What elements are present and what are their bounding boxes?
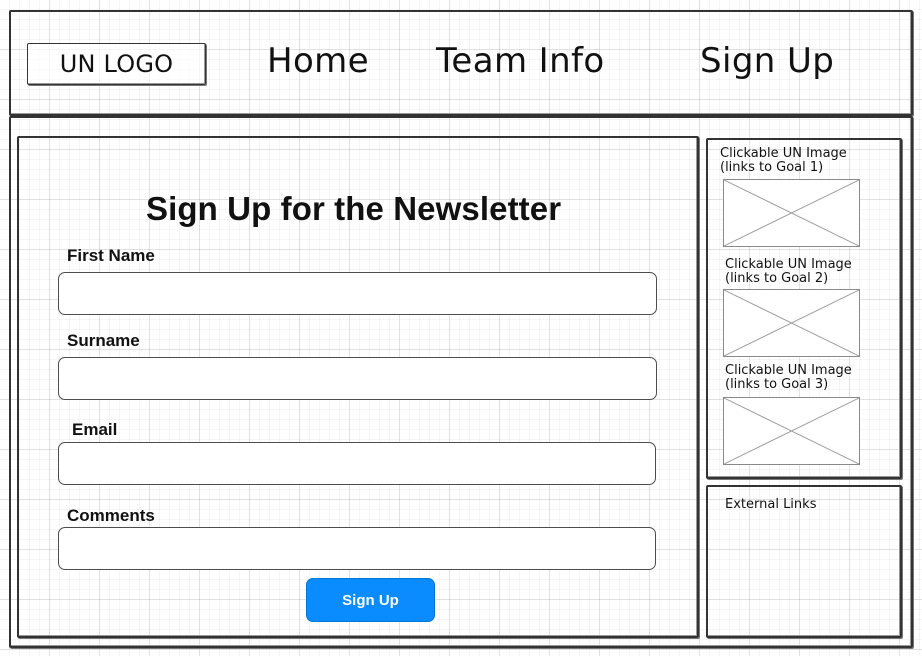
nav-team-info-link[interactable]: Team Info [436,41,605,81]
image-caption-goal-2: Clickable UN Image (links to Goal 2) [725,258,852,286]
clickable-un-image-goal-3[interactable] [723,397,860,465]
email-field[interactable] [58,442,656,485]
email-label: Email [72,420,118,439]
clickable-un-image-goal-1[interactable] [723,179,860,247]
image-placeholder-icon [724,180,859,246]
image-caption-line: (links to Goal 2) [725,271,829,286]
image-caption-line: Clickable UN Image [725,257,852,272]
image-caption-line: (links to Goal 3) [725,377,829,392]
sign-up-button[interactable]: Sign Up [306,578,435,622]
image-caption-goal-3: Clickable UN Image (links to Goal 3) [725,364,852,392]
surname-label: Surname [67,331,140,350]
first-name-field[interactable] [58,272,657,315]
form-title: Sign Up for the Newsletter [146,190,562,228]
first-name-label: First Name [67,246,155,265]
comments-label: Comments [67,506,155,525]
clickable-un-image-goal-2[interactable] [723,289,860,357]
image-caption-line: (links to Goal 1) [720,160,824,175]
nav-home-link[interactable]: Home [267,41,369,81]
image-placeholder-icon [724,290,859,356]
image-caption-line: Clickable UN Image [720,146,847,161]
image-placeholder-icon [724,398,859,464]
image-caption-line: Clickable UN Image [725,363,852,378]
nav-sign-up-link[interactable]: Sign Up [700,41,834,81]
logo[interactable]: UN LOGO [27,43,206,85]
surname-field[interactable] [58,357,657,400]
external-links-label: External Links [725,497,817,512]
comments-field[interactable] [58,527,656,570]
image-caption-goal-1: Clickable UN Image (links to Goal 1) [720,147,847,175]
